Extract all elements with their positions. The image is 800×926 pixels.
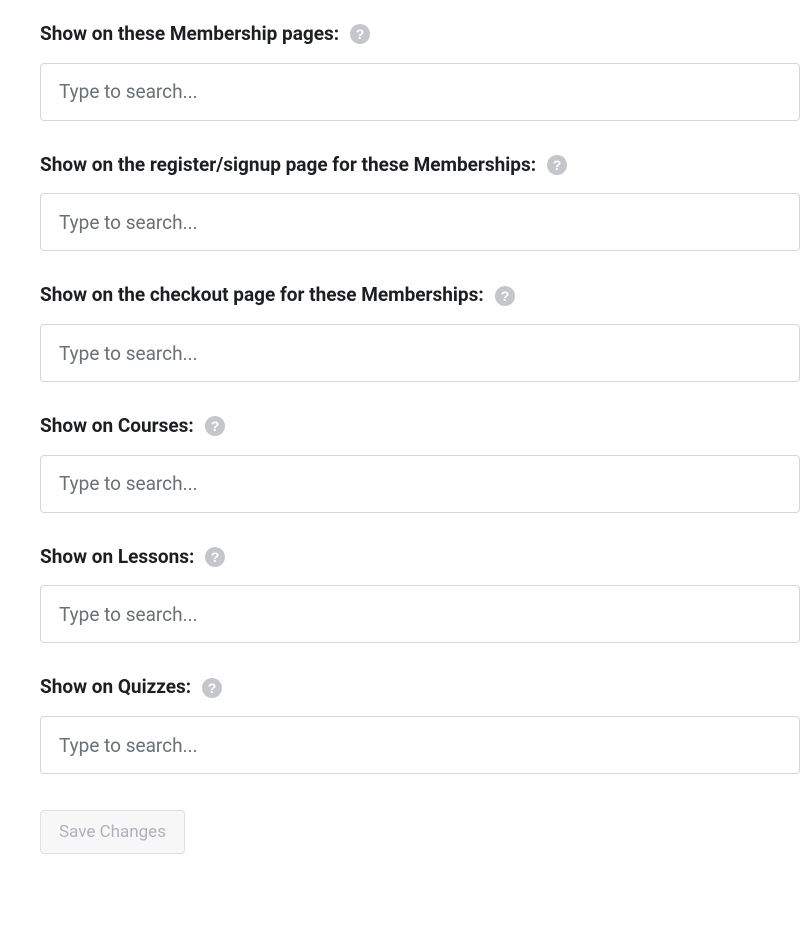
field-label-row: Show on Courses: ? [40, 414, 800, 439]
help-icon[interactable]: ? [204, 415, 226, 437]
help-icon[interactable]: ? [201, 677, 223, 699]
membership-pages-search-input[interactable] [40, 63, 800, 121]
courses-search-input[interactable] [40, 455, 800, 513]
membership-pages-label: Show on these Membership pages: [40, 22, 339, 47]
svg-text:?: ? [553, 157, 562, 173]
help-icon[interactable]: ? [546, 154, 568, 176]
help-icon[interactable]: ? [349, 23, 371, 45]
svg-text:?: ? [211, 549, 220, 565]
svg-text:?: ? [210, 418, 219, 434]
courses-label: Show on Courses: [40, 414, 194, 439]
field-membership-pages: Show on these Membership pages: ? [40, 22, 800, 121]
field-label-row: Show on these Membership pages: ? [40, 22, 800, 47]
field-quizzes: Show on Quizzes: ? [40, 675, 800, 774]
lessons-label: Show on Lessons: [40, 545, 194, 570]
field-label-row: Show on the register/signup page for the… [40, 153, 800, 178]
field-label-row: Show on Lessons: ? [40, 545, 800, 570]
lessons-search-input[interactable] [40, 585, 800, 643]
help-icon[interactable]: ? [204, 546, 226, 568]
help-icon[interactable]: ? [494, 285, 516, 307]
membership-register-label: Show on the register/signup page for the… [40, 153, 536, 178]
svg-text:?: ? [208, 680, 217, 696]
field-label-row: Show on the checkout page for these Memb… [40, 283, 800, 308]
quizzes-search-input[interactable] [40, 716, 800, 774]
quizzes-label: Show on Quizzes: [40, 675, 191, 700]
svg-text:?: ? [356, 26, 365, 42]
field-membership-checkout: Show on the checkout page for these Memb… [40, 283, 800, 382]
field-lessons: Show on Lessons: ? [40, 545, 800, 644]
membership-register-search-input[interactable] [40, 193, 800, 251]
field-courses: Show on Courses: ? [40, 414, 800, 513]
save-changes-button[interactable]: Save Changes [40, 810, 185, 854]
field-membership-register: Show on the register/signup page for the… [40, 153, 800, 252]
membership-checkout-label: Show on the checkout page for these Memb… [40, 283, 484, 308]
svg-text:?: ? [500, 288, 509, 304]
membership-checkout-search-input[interactable] [40, 324, 800, 382]
field-label-row: Show on Quizzes: ? [40, 675, 800, 700]
